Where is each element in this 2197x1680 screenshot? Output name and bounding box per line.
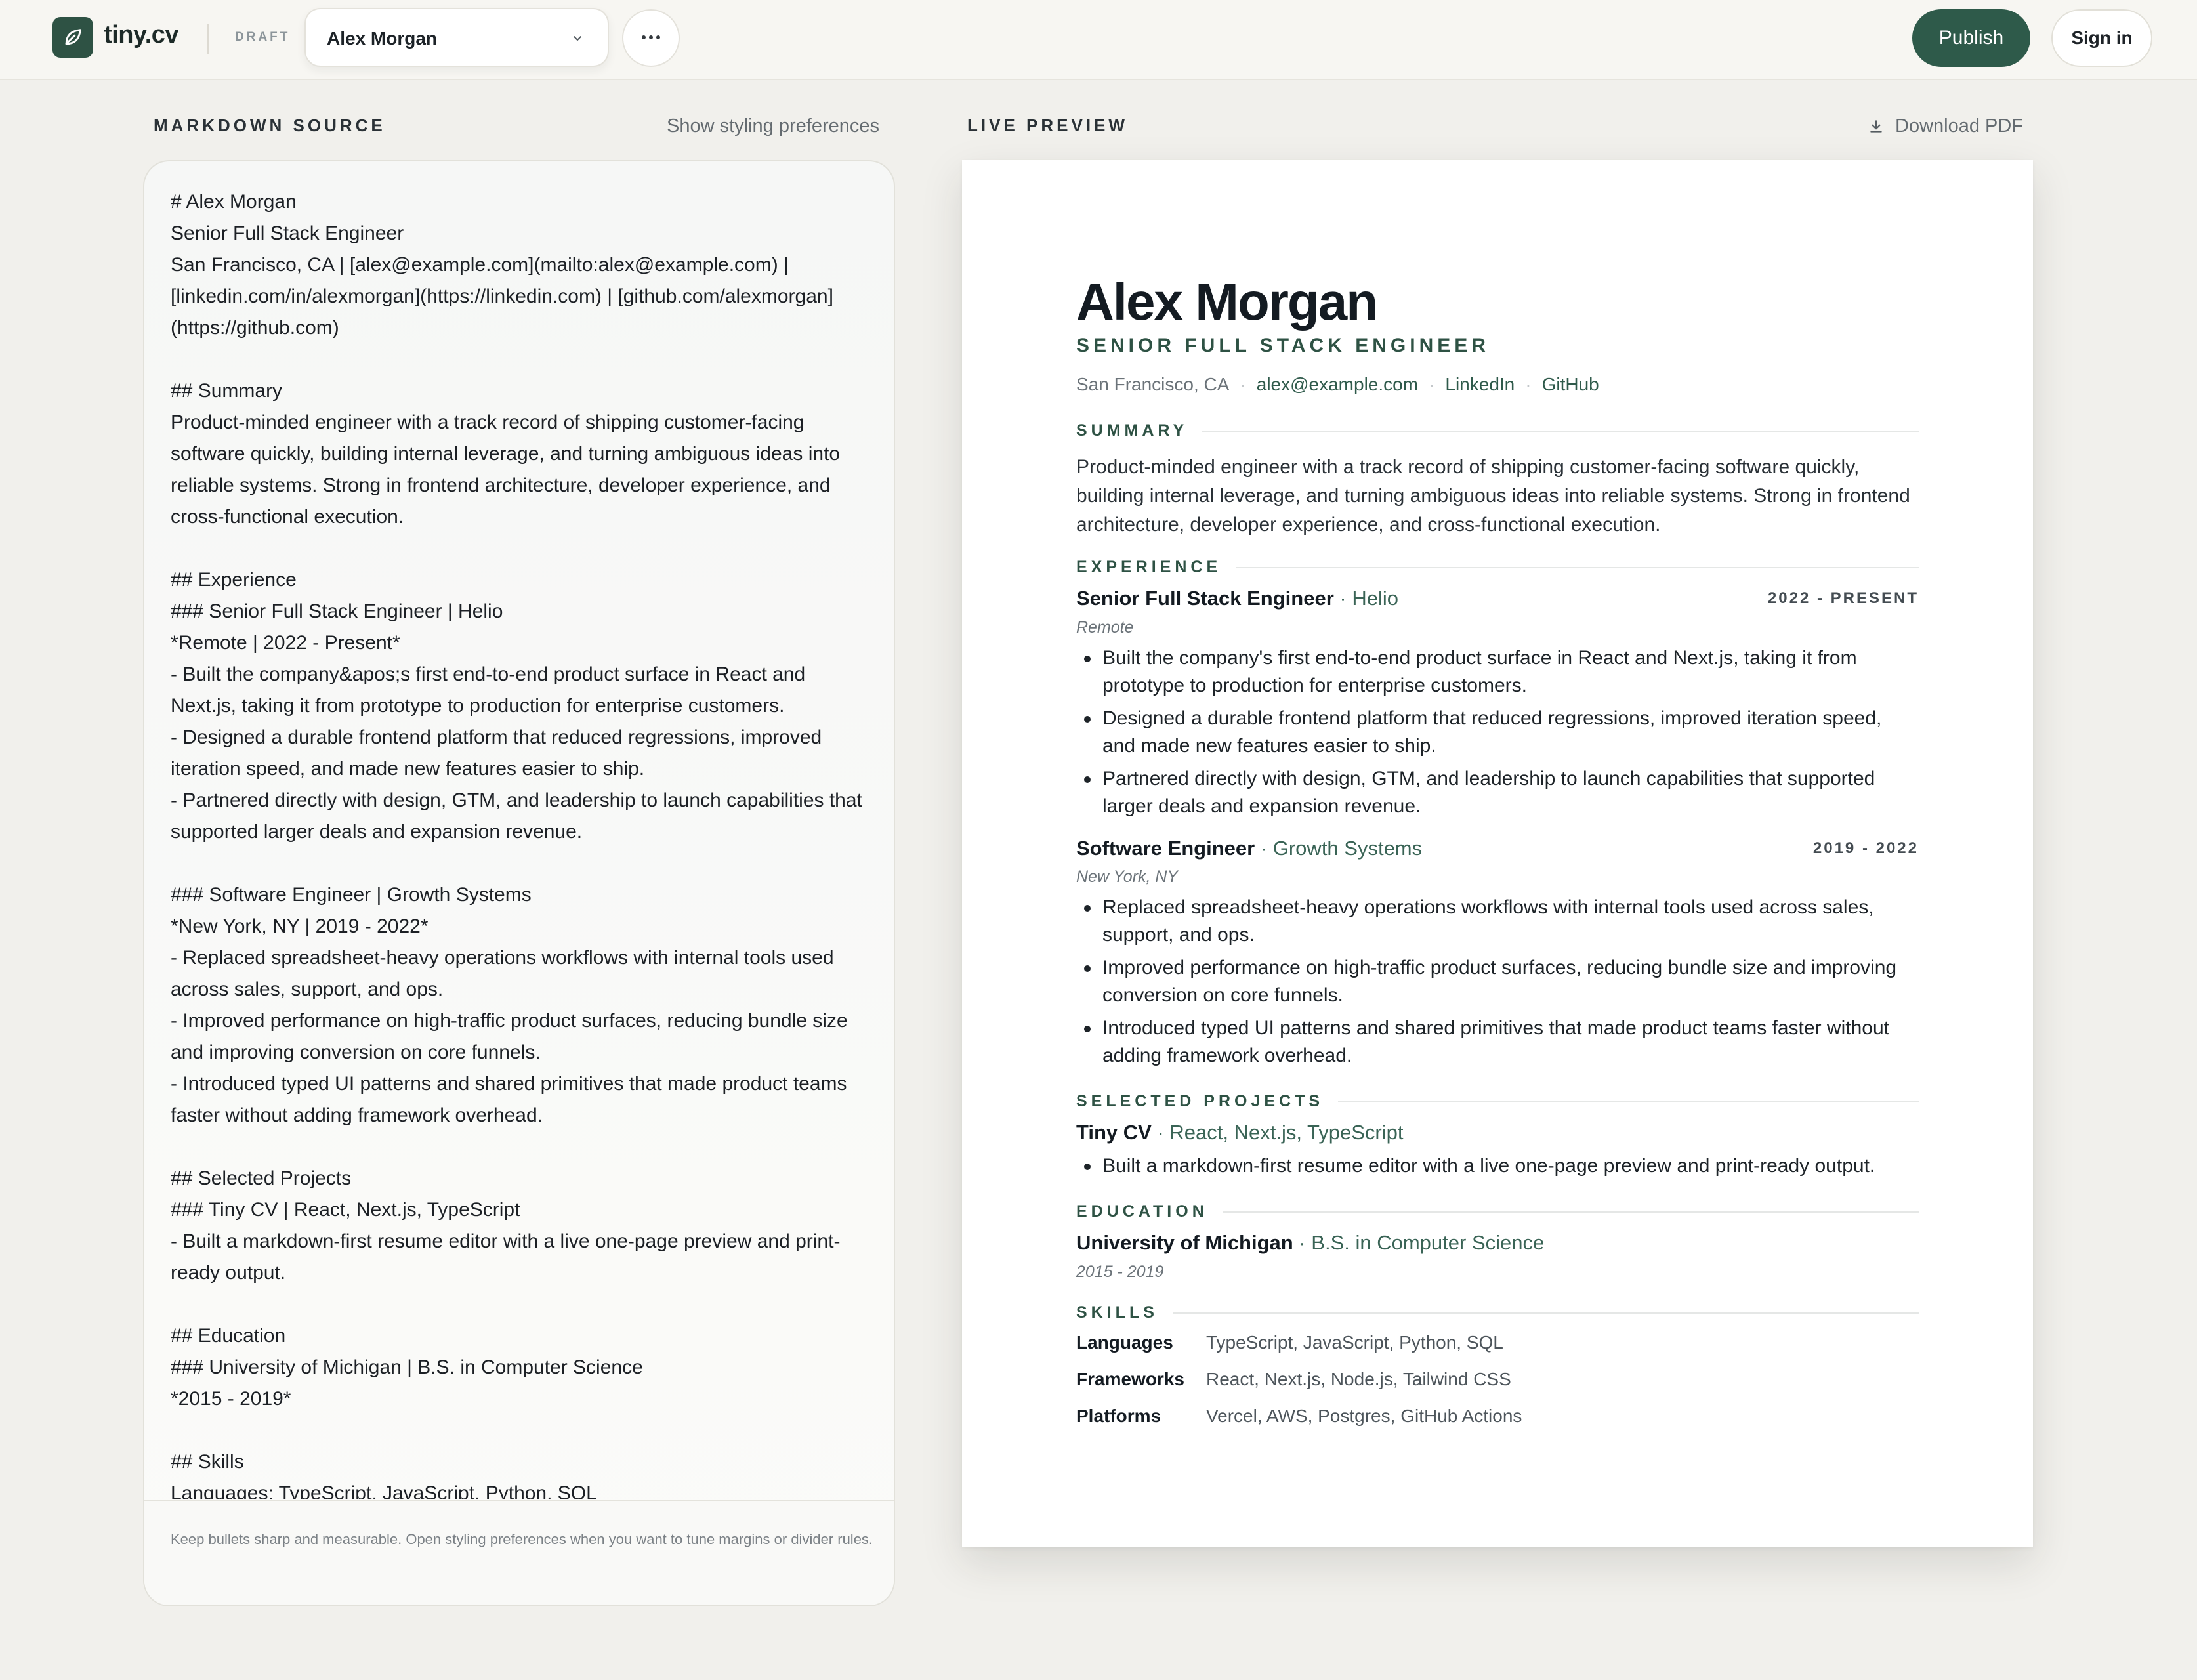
- skill-value: Vercel, AWS, Postgres, GitHub Actions: [1206, 1406, 1522, 1426]
- experience-heading: EXPERIENCE: [1076, 558, 1919, 578]
- job-company: Growth Systems: [1272, 837, 1423, 860]
- summary-heading: SUMMARY: [1076, 421, 1919, 441]
- sign-in-button[interactable]: Sign in: [2051, 9, 2152, 67]
- list-item: Built the company's first end-to-end pro…: [1076, 644, 1919, 700]
- summary-text: Product-minded engineer with a track rec…: [1076, 456, 1910, 536]
- editor-tip: Keep bullets sharp and measurable. Open …: [171, 1531, 873, 1547]
- more-options-button[interactable]: [622, 9, 680, 67]
- leaf-logo-icon[interactable]: [52, 17, 93, 58]
- contact-location: San Francisco, CA: [1076, 374, 1230, 394]
- education-heading: EDUCATION: [1076, 1202, 1919, 1222]
- header-divider: [207, 24, 209, 54]
- editor-footer: Keep bullets sharp and measurable. Open …: [144, 1500, 894, 1605]
- list-item: Replaced spreadsheet-heavy operations wo…: [1076, 894, 1919, 949]
- markdown-textarea[interactable]: # Alex Morgan Senior Full Stack Engineer…: [171, 186, 873, 1499]
- skill-label: Platforms: [1076, 1406, 1161, 1426]
- download-icon: [1868, 118, 1885, 135]
- list-item: Improved performance on high-traffic pro…: [1076, 954, 1919, 1009]
- styling-preferences-link[interactable]: Show styling preferences: [667, 116, 879, 137]
- download-pdf-label: Download PDF: [1895, 116, 2024, 136]
- list-item: Introduced typed UI patterns and shared …: [1076, 1015, 1919, 1070]
- resume-name: Alex Morgan: [1076, 272, 1378, 331]
- contact-linkedin-link[interactable]: LinkedIn: [1445, 374, 1515, 394]
- job-company: Helio: [1352, 587, 1398, 610]
- list-item: Designed a durable frontend platform tha…: [1076, 705, 1919, 760]
- job-location: New York, NY: [1076, 868, 1179, 886]
- project-name: Tiny CV: [1076, 1121, 1152, 1144]
- download-pdf-button[interactable]: Download PDF: [1868, 116, 2023, 137]
- job-heading: Senior Full Stack Engineer · Helio 2022 …: [1076, 587, 1919, 610]
- resume-contact: San Francisco, CA · alex@example.com · Linke…: [1076, 374, 1599, 394]
- markdown-editor[interactable]: # Alex Morgan Senior Full Stack Engineer…: [143, 160, 895, 1606]
- ellipsis-icon: [640, 32, 661, 44]
- publish-button[interactable]: Publish: [1912, 9, 2030, 67]
- education-degree: B.S. in Computer Science: [1311, 1231, 1545, 1254]
- project-stack: React, Next.js, TypeScript: [1169, 1121, 1404, 1144]
- contact-github-link[interactable]: GitHub: [1542, 374, 1599, 394]
- contact-email-link[interactable]: alex@example.com: [1257, 374, 1418, 394]
- job-dates: 2022 - PRESENT: [1767, 589, 1919, 607]
- job-location: Remote: [1076, 618, 1134, 637]
- list-item: Partnered directly with design, GTM, and…: [1076, 765, 1919, 820]
- education-school: University of Michigan: [1076, 1231, 1293, 1254]
- education-dates: 2015 - 2019: [1076, 1263, 1164, 1281]
- brand-name[interactable]: tiny.cv: [104, 21, 179, 49]
- live-preview-label: LIVE PREVIEW: [967, 116, 1128, 135]
- skills-heading: SKILLS: [1076, 1303, 1919, 1323]
- top-bar: tiny.cv DRAFT Alex Morgan Publish Sign i…: [0, 0, 2197, 80]
- resume-title: SENIOR FULL STACK ENGINEER: [1076, 335, 1490, 356]
- job-dates: 2019 - 2022: [1812, 839, 1919, 857]
- list-item: Built a markdown-first resume editor wit…: [1076, 1152, 1919, 1180]
- job-heading: Software Engineer · Growth Systems 2019 …: [1076, 837, 1919, 860]
- skill-label: Frameworks: [1076, 1369, 1184, 1389]
- job-bullets: Built the company's first end-to-end pro…: [1076, 644, 1919, 826]
- resume-preview: Alex Morgan SENIOR FULL STACK ENGINEER S…: [962, 160, 2033, 1547]
- project-bullets: Built a markdown-first resume editor wit…: [1076, 1152, 1919, 1185]
- skill-value: React, Next.js, Node.js, Tailwind CSS: [1206, 1369, 1511, 1389]
- job-role: Software Engineer: [1076, 837, 1255, 860]
- markdown-source-label: MARKDOWN SOURCE: [154, 116, 386, 135]
- job-bullets: Replaced spreadsheet-heavy operations wo…: [1076, 894, 1919, 1075]
- document-select-value: Alex Morgan: [327, 28, 438, 49]
- projects-heading: SELECTED PROJECTS: [1076, 1092, 1919, 1112]
- job-role: Senior Full Stack Engineer: [1076, 587, 1334, 610]
- document-select[interactable]: Alex Morgan: [304, 8, 609, 67]
- project-heading: Tiny CV · React, Next.js, TypeScript: [1076, 1121, 1404, 1144]
- skill-label: Languages: [1076, 1332, 1173, 1353]
- education-entry: University of Michigan · B.S. in Compute…: [1076, 1231, 1545, 1254]
- status-badge: DRAFT: [235, 30, 291, 44]
- skill-value: TypeScript, JavaScript, Python, SQL: [1206, 1332, 1503, 1353]
- chevron-down-icon: [570, 30, 585, 49]
